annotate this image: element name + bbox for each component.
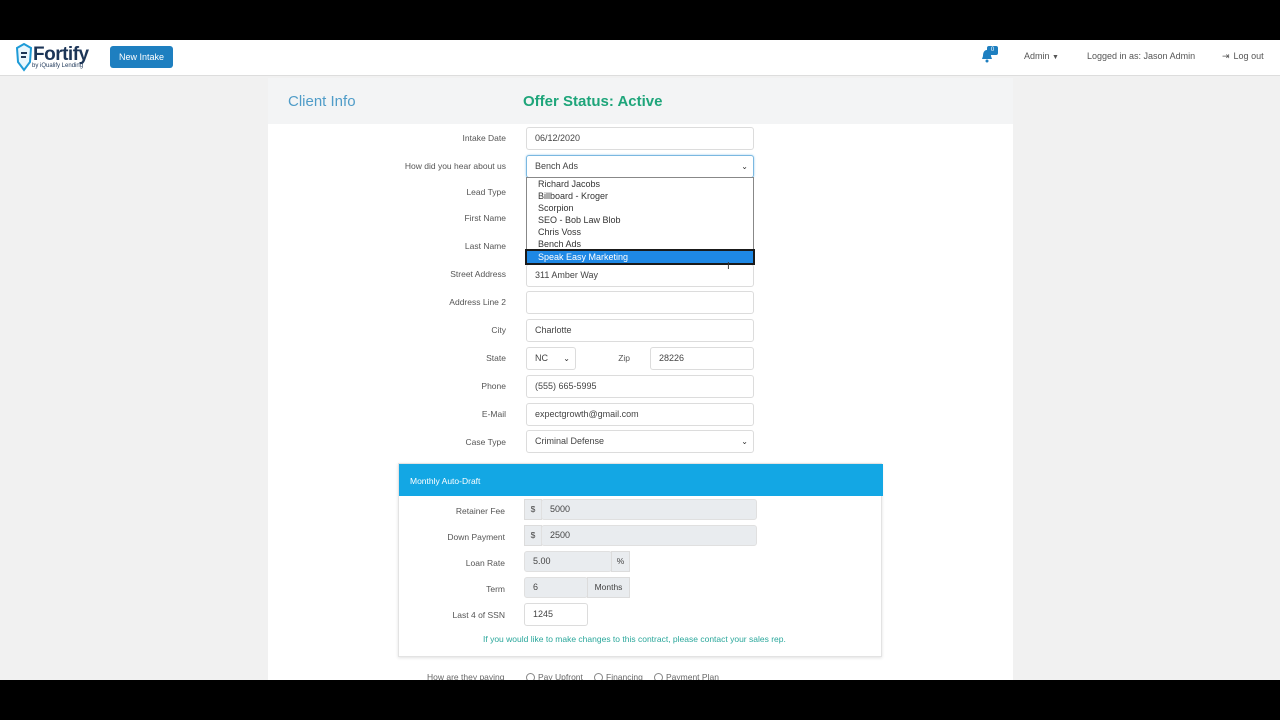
case-type-select[interactable]: Criminal Defense ⌄ [526, 430, 754, 453]
city-field[interactable]: Charlotte [526, 319, 754, 342]
state-label: State [486, 353, 506, 363]
term-field: 6 [524, 577, 588, 598]
months-suffix: Months [587, 577, 630, 598]
city-label: City [491, 325, 506, 335]
chevron-down-icon: ⌄ [741, 437, 748, 446]
state-select[interactable]: NC ⌄ [526, 347, 576, 370]
case-type-value: Criminal Defense [535, 436, 605, 446]
address-line2-label: Address Line 2 [449, 297, 506, 307]
dropdown-option[interactable]: Scorpion [527, 202, 753, 214]
loan-rate-field: 5.00 [524, 551, 612, 572]
radio-icon [526, 673, 535, 680]
phone-label: Phone [481, 381, 506, 391]
logout-icon: ⇥ [1222, 51, 1230, 61]
dropdown-option[interactable]: SEO - Bob Law Blob [527, 214, 753, 226]
text-cursor-icon: I [727, 261, 730, 272]
street-address-field[interactable]: 311 Amber Way [526, 264, 754, 287]
chevron-down-icon: ⌄ [563, 354, 570, 363]
down-payment-field: 2500 [541, 525, 757, 546]
radio-icon [654, 673, 663, 680]
new-intake-button[interactable]: New Intake [110, 46, 174, 68]
chevron-down-icon: ⌄ [741, 162, 748, 171]
zip-label: Zip [618, 353, 630, 363]
logo-subtitle: by iQualify Lending [32, 63, 84, 69]
app-screen: Fortify by iQualify Lending New Intake 0… [0, 40, 1280, 680]
intake-date-field[interactable]: 06/12/2020 [526, 127, 754, 150]
top-navbar: Fortify by iQualify Lending New Intake 0… [0, 40, 1280, 76]
dropdown-option-highlighted[interactable]: Speak Easy Marketing [525, 249, 755, 265]
hear-about-dropdown-list: Richard Jacobs Billboard - Kroger Scorpi… [525, 177, 755, 265]
financing-radio[interactable]: Financing [594, 672, 643, 680]
auto-draft-card: Monthly Auto-Draft Retainer Fee $ 5000 D… [398, 463, 883, 657]
phone-field[interactable]: (555) 665-5995 [526, 375, 754, 398]
lead-type-label: Lead Type [466, 187, 506, 197]
fortify-logo[interactable]: Fortify by iQualify Lending [16, 42, 98, 74]
admin-label: Admin [1024, 51, 1050, 61]
logged-in-text: Logged in as: Jason Admin [1087, 51, 1196, 61]
retainer-fee-field: 5000 [541, 499, 757, 520]
intake-date-label: Intake Date [462, 133, 506, 143]
admin-dropdown[interactable]: Admin ▼ [1024, 51, 1059, 61]
zip-field[interactable]: 28226 [650, 347, 754, 370]
payment-plan-radio[interactable]: Payment Plan [654, 672, 719, 680]
email-field[interactable]: expectgrowth@gmail.com [526, 403, 754, 426]
page-title: Client Info [288, 93, 356, 110]
first-name-label: First Name [464, 213, 506, 223]
loan-rate-label: Loan Rate [465, 558, 505, 568]
dropdown-option[interactable]: Billboard - Kroger [527, 190, 753, 202]
down-payment-label: Down Payment [447, 532, 505, 542]
retainer-fee-label: Retainer Fee [455, 506, 505, 516]
term-label: Term [486, 584, 505, 594]
ssn-label: Last 4 of SSN [452, 610, 505, 620]
financing-label: Financing [606, 672, 643, 680]
case-type-label: Case Type [465, 437, 506, 447]
street-address-label: Street Address [450, 269, 506, 279]
percent-suffix: % [611, 551, 630, 572]
offer-status: Offer Status: Active [523, 93, 663, 110]
hear-about-value: Bench Ads [535, 161, 579, 171]
notification-badge: 0 [987, 46, 998, 55]
dropdown-option[interactable]: Richard Jacobs [527, 178, 753, 190]
contact-sales-note: If you would like to make changes to thi… [483, 634, 786, 644]
ssn-field[interactable]: 1245 [524, 603, 588, 626]
caret-down-icon: ▼ [1052, 54, 1059, 61]
panel-header: Client Info Offer Status: Active [268, 78, 1013, 124]
last-name-label: Last Name [464, 241, 506, 251]
payment-method-label: How are they paying [427, 672, 505, 680]
state-value: NC [535, 353, 548, 363]
payment-plan-label: Payment Plan [666, 672, 719, 680]
pay-upfront-radio[interactable]: Pay Upfront [526, 672, 583, 680]
dollar-prefix: $ [524, 525, 542, 546]
dropdown-option[interactable]: Chris Voss [527, 226, 753, 238]
email-label: E-Mail [481, 409, 506, 419]
logout-label: Log out [1233, 51, 1264, 61]
logout-link[interactable]: ⇥ Log out [1222, 51, 1264, 62]
shield-logo-icon [16, 43, 32, 72]
dropdown-option[interactable]: Bench Ads [527, 238, 753, 250]
radio-icon [594, 673, 603, 680]
hear-about-select[interactable]: Bench Ads ⌄ [526, 155, 754, 178]
hear-about-label: How did you hear about us [404, 161, 506, 171]
dollar-prefix: $ [524, 499, 542, 520]
auto-draft-title: Monthly Auto-Draft [410, 476, 481, 486]
auto-draft-header: Monthly Auto-Draft [399, 464, 883, 496]
pay-upfront-label: Pay Upfront [538, 672, 583, 680]
address-line2-field[interactable] [526, 291, 754, 314]
